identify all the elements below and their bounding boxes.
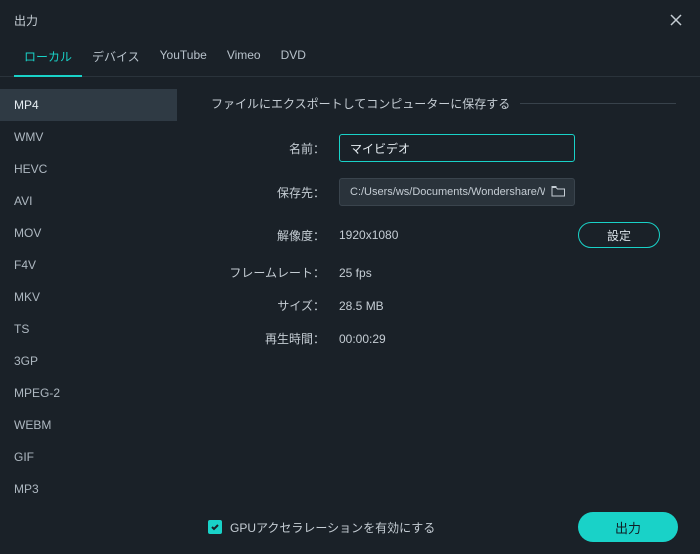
tab-dvd[interactable]: DVD bbox=[271, 42, 316, 76]
label-saveto: 保存先： bbox=[211, 184, 339, 201]
format-avi[interactable]: AVI bbox=[0, 185, 177, 217]
format-wmv[interactable]: WMV bbox=[0, 121, 177, 153]
gpu-accel-checkbox[interactable]: GPUアクセラレーションを有効にする bbox=[208, 519, 435, 536]
tab-vimeo[interactable]: Vimeo bbox=[217, 42, 271, 76]
tab-youtube[interactable]: YouTube bbox=[150, 42, 217, 76]
format-webm[interactable]: WEBM bbox=[0, 409, 177, 441]
gpu-accel-label: GPUアクセラレーションを有効にする bbox=[230, 519, 435, 536]
format-3gp[interactable]: 3GP bbox=[0, 345, 177, 377]
save-path-box[interactable]: C:/Users/ws/Documents/Wondershare/Wo bbox=[339, 178, 575, 206]
section-title: ファイルにエクスポートしてコンピューターに保存する bbox=[211, 95, 510, 112]
value-framerate: 25 fps bbox=[339, 266, 372, 280]
label-duration: 再生時間： bbox=[211, 330, 339, 347]
settings-button[interactable]: 設定 bbox=[578, 222, 660, 248]
tab-local[interactable]: ローカル bbox=[14, 42, 82, 77]
name-input[interactable] bbox=[339, 134, 575, 162]
label-name: 名前： bbox=[211, 140, 339, 157]
format-hevc[interactable]: HEVC bbox=[0, 153, 177, 185]
checkbox-icon bbox=[208, 520, 222, 534]
value-size: 28.5 MB bbox=[339, 299, 384, 313]
format-mkv[interactable]: MKV bbox=[0, 281, 177, 313]
value-duration: 00:00:29 bbox=[339, 332, 386, 346]
label-size: サイズ： bbox=[211, 297, 339, 314]
close-icon bbox=[670, 14, 682, 26]
close-button[interactable] bbox=[666, 10, 686, 30]
export-button[interactable]: 出力 bbox=[578, 512, 678, 542]
folder-icon[interactable] bbox=[551, 185, 566, 200]
tab-device[interactable]: デバイス bbox=[82, 42, 150, 76]
divider bbox=[520, 103, 676, 104]
format-gif[interactable]: GIF bbox=[0, 441, 177, 473]
format-mp4[interactable]: MP4 bbox=[0, 89, 177, 121]
export-tabs: ローカル デバイス YouTube Vimeo DVD bbox=[0, 34, 700, 77]
format-sidebar: MP4 WMV HEVC AVI MOV F4V MKV TS 3GP MPEG… bbox=[0, 77, 177, 515]
save-path-text: C:/Users/ws/Documents/Wondershare/Wo bbox=[350, 186, 545, 198]
label-resolution: 解像度： bbox=[211, 227, 339, 244]
format-ts[interactable]: TS bbox=[0, 313, 177, 345]
label-framerate: フレームレート： bbox=[211, 264, 339, 281]
format-f4v[interactable]: F4V bbox=[0, 249, 177, 281]
format-mpeg2[interactable]: MPEG-2 bbox=[0, 377, 177, 409]
format-mov[interactable]: MOV bbox=[0, 217, 177, 249]
value-resolution: 1920x1080 bbox=[339, 228, 398, 242]
window-title: 出力 bbox=[14, 12, 38, 29]
